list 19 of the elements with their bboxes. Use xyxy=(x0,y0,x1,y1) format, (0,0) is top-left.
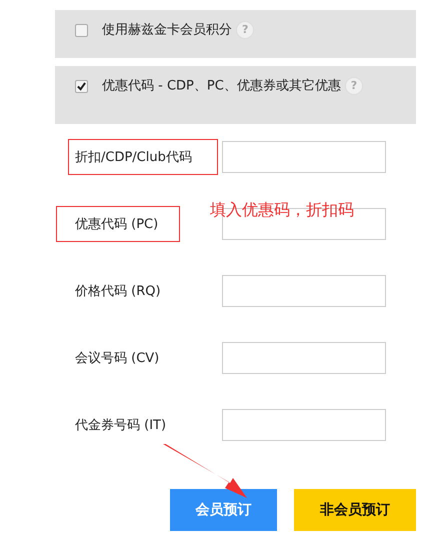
field-label: 优惠代码 (PC) xyxy=(56,206,180,242)
input-field[interactable] xyxy=(222,275,386,307)
checkbox-label: 使用赫兹金卡会员积分 xyxy=(102,22,232,38)
checkbox[interactable] xyxy=(75,80,88,93)
help-icon[interactable]: ? xyxy=(236,21,254,39)
input-field[interactable] xyxy=(222,141,386,173)
booking-button[interactable]: 会员预订 xyxy=(170,489,277,531)
field-label: 价格代码 (RQ) xyxy=(75,283,162,300)
field-label: 折扣/CDP/Club代码 xyxy=(68,139,218,175)
checkbox[interactable] xyxy=(75,24,88,37)
arrow-icon xyxy=(163,444,247,500)
input-field[interactable] xyxy=(222,409,386,441)
annotation-text: 填入优惠码，折扣码 xyxy=(210,200,354,221)
help-icon[interactable]: ? xyxy=(344,77,363,95)
field-label: 代金券号码 (IT) xyxy=(75,417,168,434)
input-field[interactable] xyxy=(222,342,386,374)
booking-button[interactable]: 非会员预订 xyxy=(294,489,416,531)
field-label: 会议号码 (CV) xyxy=(75,350,160,367)
checkbox-label: 优惠代码 - CDP、PC、优惠券或其它优惠 xyxy=(102,78,341,94)
